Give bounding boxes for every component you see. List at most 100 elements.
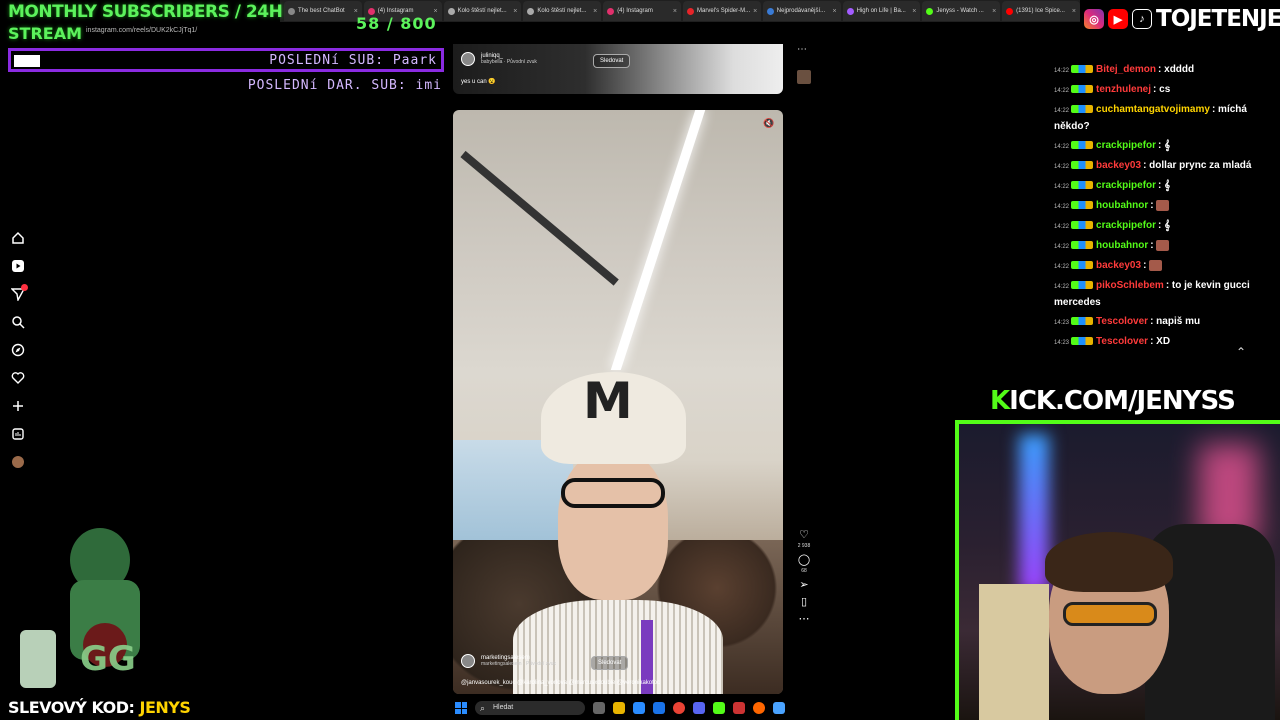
browser-tab[interactable]: Kolo štěstí nejlet... × — [443, 1, 522, 21]
chat-username[interactable]: Tescolover — [1096, 336, 1148, 347]
avatar[interactable] — [461, 52, 475, 66]
follow-button[interactable]: Sledovat — [591, 656, 629, 670]
chat-username[interactable]: backey03 — [1096, 260, 1141, 271]
reel-caption[interactable]: @janvasourek_kouc @karolina_vorlova @mar… — [461, 680, 660, 686]
close-icon[interactable]: × — [673, 8, 677, 15]
more-options-icon[interactable]: ⋯ — [799, 612, 810, 625]
chat-timestamp: 14:22 — [1054, 204, 1070, 210]
chat-text: : — [1143, 260, 1147, 271]
previous-reel[interactable]: juliniqq_ babybella · Původní zvuk Sledo… — [453, 44, 783, 94]
explore-icon[interactable] — [10, 342, 26, 358]
close-icon[interactable]: × — [912, 8, 916, 15]
chat-username[interactable]: cuchamtangatvojimamy — [1096, 104, 1210, 115]
obs-icon[interactable] — [733, 702, 745, 714]
close-icon[interactable]: × — [992, 8, 996, 15]
messages-icon[interactable] — [10, 284, 28, 302]
browser-tab[interactable]: Kolo štěstí nejlet... × — [523, 1, 602, 21]
browser-tab[interactable]: Marvel's Spider-M... × — [682, 1, 761, 21]
reel-author[interactable]: marketingsalesem marketingsalesem · Půvo… — [461, 654, 556, 668]
reels-icon[interactable] — [10, 258, 26, 274]
create-icon[interactable] — [10, 398, 26, 414]
chat-message: 14:22 backey03: dollar prync za mladá — [1054, 158, 1254, 175]
chat-timestamp: 14:22 — [1054, 264, 1070, 270]
reel-author[interactable]: juliniqq_ babybella · Původní zvuk — [461, 52, 537, 66]
chat-username[interactable]: houbahnor — [1096, 240, 1148, 251]
chat-username[interactable]: houbahnor — [1096, 200, 1148, 211]
address-bar[interactable]: instagram.com/reels/DUK2kCJjTq1/ — [70, 24, 400, 38]
chat-text: : 𝄞 — [1158, 220, 1171, 231]
chat-text: : napiš mu — [1150, 316, 1201, 327]
chat-username[interactable]: Bitej_demon — [1096, 64, 1156, 75]
search-icon[interactable] — [10, 314, 26, 330]
emote-icon — [1149, 259, 1163, 271]
reel-audio[interactable]: marketingsalesem · Původní zvuk — [481, 661, 556, 667]
dashboard-icon[interactable] — [10, 426, 26, 442]
more-options-icon[interactable]: ⋯ — [797, 44, 807, 55]
video-frame — [460, 150, 619, 286]
chat-message: 14:22 Bitej_demon: xdddd — [1054, 62, 1254, 79]
browser-icon[interactable] — [753, 702, 765, 714]
share-icon[interactable]: ➢ — [799, 578, 808, 591]
browser-tab[interactable]: (4) Instagram × — [603, 1, 681, 21]
chat-text: : 𝄞 — [1158, 180, 1171, 191]
svg-text:GG: GG — [80, 639, 136, 679]
like-icon[interactable]: ♡ — [799, 528, 809, 541]
chevron-up-icon[interactable]: ⌃ — [1236, 345, 1246, 359]
app-icon[interactable] — [713, 702, 725, 714]
chat-username[interactable]: crackpipefor — [1096, 180, 1156, 191]
discord-icon[interactable] — [693, 702, 705, 714]
tab-label: Nejprodávanější... — [776, 8, 826, 14]
chat-username[interactable]: crackpipefor — [1096, 220, 1156, 231]
windows-start-icon[interactable] — [455, 702, 467, 714]
close-icon[interactable]: × — [1072, 8, 1076, 15]
file-explorer-icon[interactable] — [613, 702, 625, 714]
follow-button[interactable]: Sledovat — [593, 54, 631, 68]
chat-badges-icon — [1071, 105, 1094, 114]
main-reel-video[interactable]: M 🔇 marketingsalesem marketingsalesem · … — [453, 110, 783, 694]
save-icon[interactable]: ▯ — [801, 595, 807, 608]
chat-username[interactable]: backey03 — [1096, 160, 1141, 171]
chat-badges-icon — [1071, 281, 1094, 290]
close-icon[interactable]: × — [832, 8, 836, 15]
edge-icon[interactable] — [633, 702, 645, 714]
home-icon[interactable] — [10, 230, 26, 246]
chat-text: : XD — [1150, 336, 1171, 347]
chat-badges-icon — [1071, 221, 1094, 230]
chat-username[interactable]: tenzhulenej — [1096, 84, 1151, 95]
heart-icon[interactable] — [10, 370, 26, 386]
store-icon[interactable] — [653, 702, 665, 714]
chat-timestamp: 14:23 — [1054, 320, 1070, 326]
tiktok-icon: ♪ — [1132, 9, 1152, 29]
chat-username[interactable]: Tescolover — [1096, 316, 1148, 327]
notepad-icon[interactable] — [773, 702, 785, 714]
tab-label: (4) Instagram — [617, 8, 653, 14]
chat-text: : dollar prync za mladá — [1143, 160, 1252, 171]
taskbar-search[interactable]: Hledat — [475, 701, 585, 715]
audio-thumbnail[interactable] — [797, 70, 811, 84]
chrome-icon[interactable] — [673, 702, 685, 714]
close-icon[interactable]: × — [513, 8, 517, 15]
tab-favicon — [607, 7, 615, 15]
avatar[interactable] — [461, 654, 475, 668]
kick-url: ICK.COM/JENYSS — [1009, 386, 1236, 416]
task-view-icon[interactable] — [593, 702, 605, 714]
reel-audio[interactable]: babybella · Původní zvuk — [481, 59, 537, 65]
mute-icon[interactable]: 🔇 — [763, 118, 775, 130]
webcam-frame — [979, 584, 1049, 720]
browser-tab[interactable]: High on Life | Ba... × — [842, 1, 921, 21]
browser-tab[interactable]: Jenyss - Watch ... × — [922, 1, 1001, 21]
browser-tab[interactable]: (1391) Ice Spice... × — [1002, 1, 1080, 21]
chat-timestamp: 14:22 — [1054, 224, 1070, 230]
close-icon[interactable]: × — [753, 8, 757, 15]
comment-icon[interactable]: ◯ — [798, 553, 810, 566]
chat-badges-icon — [1071, 65, 1094, 74]
browser-tab[interactable]: Nejprodávanější... × — [762, 1, 841, 21]
browser-tab[interactable]: The best ChatBot × — [284, 1, 362, 21]
chat-timestamp: 14:22 — [1054, 244, 1070, 250]
chat-text: : xdddd — [1158, 64, 1195, 75]
chat-timestamp: 14:22 — [1054, 88, 1070, 94]
close-icon[interactable]: × — [593, 8, 597, 15]
chat-username[interactable]: pikoSchlebem — [1096, 280, 1164, 291]
chat-username[interactable]: crackpipefor — [1096, 140, 1156, 151]
profile-avatar[interactable] — [10, 454, 26, 470]
